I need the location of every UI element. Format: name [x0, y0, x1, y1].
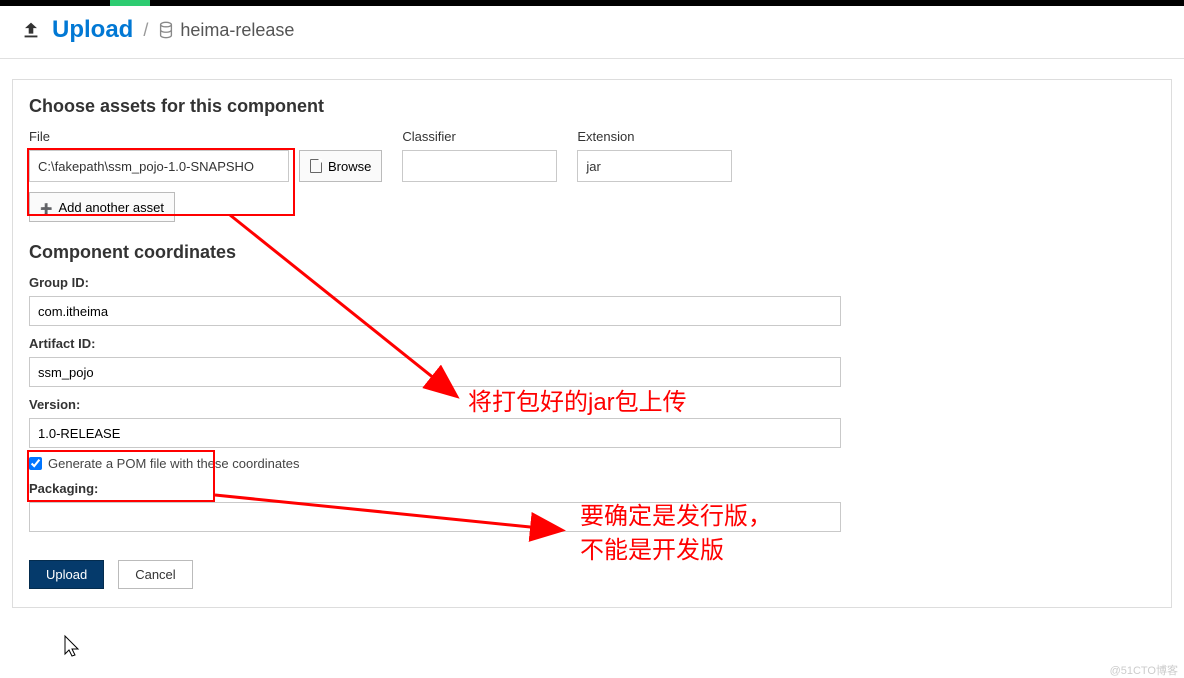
- assets-heading: Choose assets for this component: [29, 96, 1155, 117]
- cursor-icon: [62, 634, 84, 660]
- upload-icon: [18, 19, 44, 41]
- plus-icon: [40, 200, 52, 215]
- add-another-asset-button[interactable]: Add another asset: [29, 192, 175, 222]
- generate-pom-checkbox[interactable]: [29, 457, 42, 470]
- breadcrumb-separator: /: [143, 20, 148, 41]
- annotation-text-2: 要确定是发行版， 不能是开发版: [580, 500, 772, 567]
- watermark: @51CTO博客: [1110, 662, 1178, 678]
- extension-label: Extension: [577, 129, 732, 144]
- extension-input[interactable]: [577, 150, 732, 182]
- breadcrumb-repository[interactable]: heima-release: [180, 20, 294, 41]
- artifact-id-input[interactable]: [29, 357, 841, 387]
- browse-label: Browse: [328, 159, 371, 174]
- cancel-button[interactable]: Cancel: [118, 560, 192, 589]
- group-id-input[interactable]: [29, 296, 841, 326]
- classifier-label: Classifier: [402, 129, 557, 144]
- classifier-input[interactable]: [402, 150, 557, 182]
- repository-icon: [158, 21, 174, 39]
- group-id-label: Group ID:: [29, 275, 1155, 290]
- version-input[interactable]: [29, 418, 841, 448]
- packaging-label: Packaging:: [29, 481, 1155, 496]
- file-input[interactable]: [29, 150, 289, 182]
- browse-button[interactable]: Browse: [299, 150, 382, 182]
- annotation-text-1: 将打包好的jar包上传: [468, 386, 687, 420]
- document-icon: [310, 159, 322, 173]
- generate-pom-label: Generate a POM file with these coordinat…: [48, 456, 299, 471]
- upload-button[interactable]: Upload: [29, 560, 104, 589]
- breadcrumb: Upload / heima-release: [0, 6, 1184, 59]
- coordinates-heading: Component coordinates: [29, 242, 1155, 263]
- page-title[interactable]: Upload: [52, 16, 133, 44]
- accent-strip: [110, 0, 150, 6]
- file-label: File: [29, 129, 289, 144]
- add-another-label: Add another asset: [58, 200, 164, 215]
- asset-row: File Browse Classifier Extension: [29, 129, 1155, 182]
- artifact-id-label: Artifact ID:: [29, 336, 1155, 351]
